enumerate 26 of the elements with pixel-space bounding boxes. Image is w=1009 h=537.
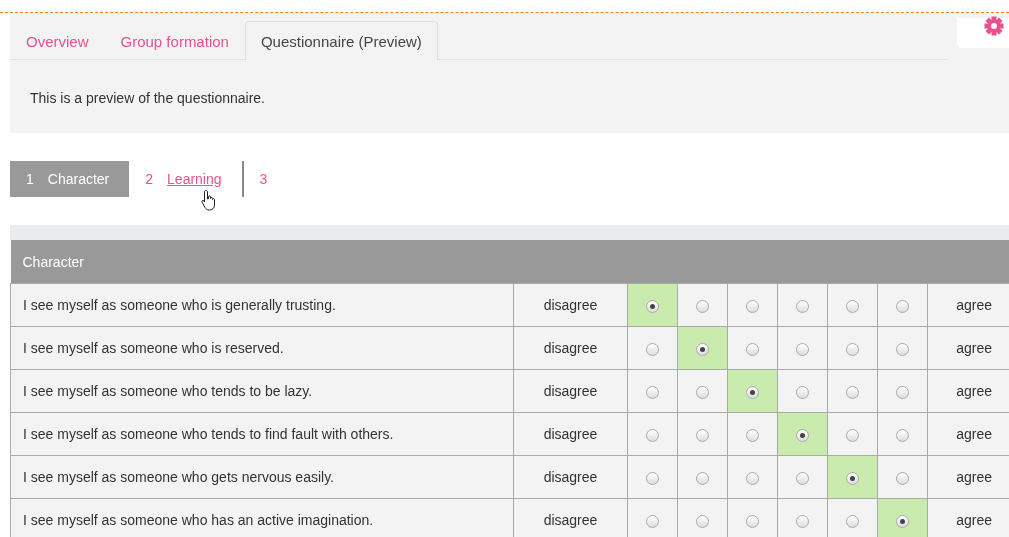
question-cell: I see myself as someone who tends to find fault with others. <box>10 412 514 456</box>
scale-label: agree <box>927 455 1009 499</box>
intro-text: This is a preview of the questionnaire. <box>29 89 266 106</box>
scale-label: disagree <box>513 412 628 456</box>
question-cell: I see myself as someone who has an active imagination. <box>10 498 514 537</box>
scale-label: disagree <box>513 455 628 499</box>
tab[interactable]: Group formation <box>104 21 245 60</box>
step-tab[interactable]: 2 Learning <box>129 161 242 197</box>
tab[interactable]: Overview <box>10 21 105 60</box>
scale-label: disagree <box>513 326 628 370</box>
step-tab[interactable]: 1 Character <box>10 161 130 197</box>
table-header: Character <box>10 240 1009 284</box>
step-tab[interactable]: 3 <box>241 161 288 197</box>
scale-label: agree <box>927 412 1009 456</box>
question-cell: I see myself as someone who tends to be lazy. <box>10 369 514 413</box>
scale-label: agree <box>927 498 1009 537</box>
scale-label: agree <box>927 326 1009 370</box>
scale-label: disagree <box>513 283 628 327</box>
scale-label: disagree <box>513 498 628 537</box>
scale-label: agree <box>927 283 1009 327</box>
tab[interactable]: Questionnaire (Preview) <box>244 21 438 60</box>
question-cell: I see myself as someone who is reserved. <box>10 326 514 370</box>
scale-label: disagree <box>513 369 628 413</box>
question-cell: I see myself as someone who gets nervous easily. <box>10 455 514 499</box>
scale-label: agree <box>927 369 1009 413</box>
question-cell: I see myself as someone who is generally trusting. <box>10 283 514 327</box>
